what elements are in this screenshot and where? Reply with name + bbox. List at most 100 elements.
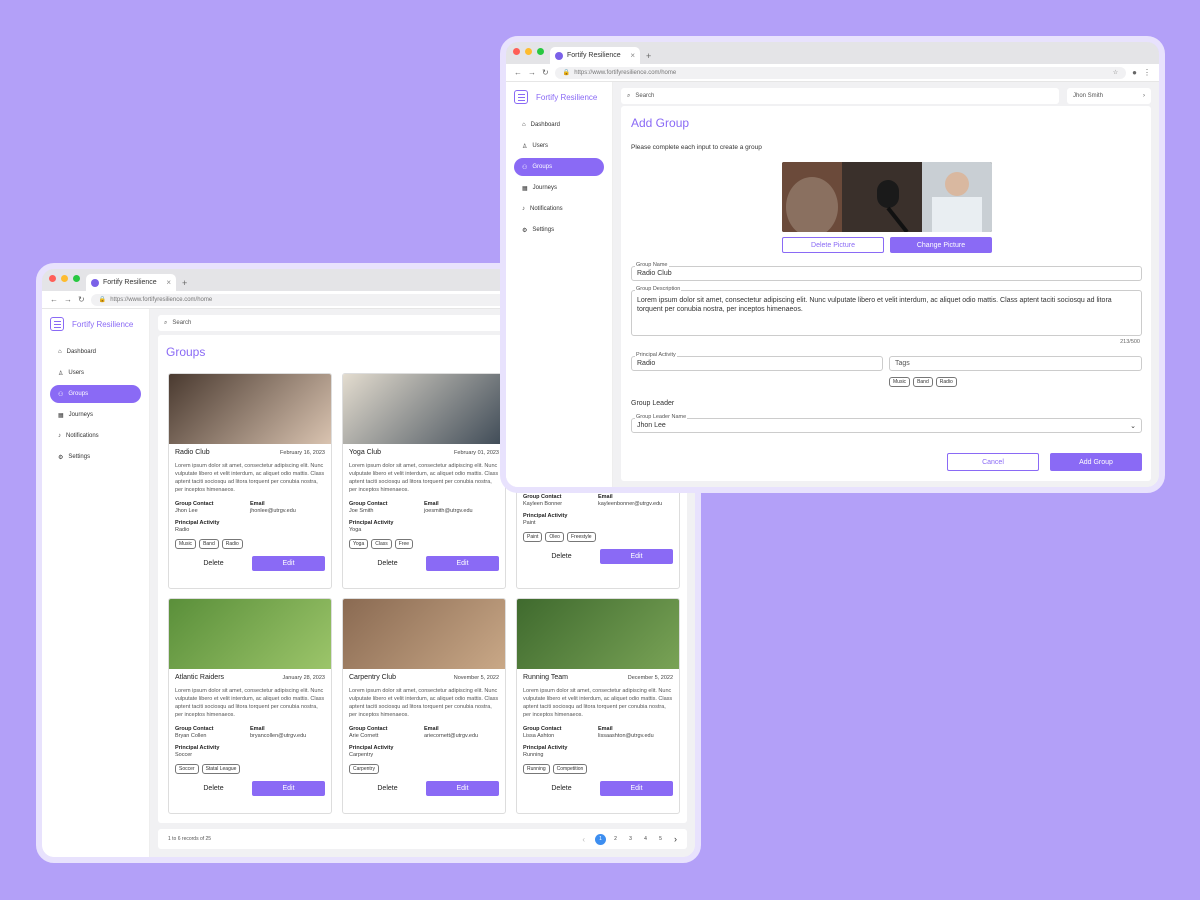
sidebar-item-notifications[interactable]: ♪ Notifications [514, 200, 604, 218]
page-4-button[interactable]: 4 [640, 834, 651, 845]
user-menu[interactable]: Jhon Smith › [1067, 88, 1151, 104]
selected-tag-chip[interactable]: Music [889, 377, 911, 387]
address-field-2[interactable]: 🔒 https://www.fortifyresilience.com/home ☆ [554, 66, 1127, 79]
edit-button[interactable]: Edit [252, 556, 325, 571]
email-label: Email [250, 501, 265, 507]
browser-tab[interactable]: Fortify Resilience × [86, 274, 176, 291]
group-date: November 5, 2022 [453, 674, 499, 681]
back-icon[interactable]: ← [50, 295, 58, 304]
tag-chip: Music [175, 539, 197, 549]
bell-icon: ♪ [522, 206, 525, 212]
group-description: Lorem ipsum dolor sit amet, consectetur … [175, 688, 325, 718]
edit-button[interactable]: Edit [252, 781, 325, 796]
forward-icon[interactable]: → [528, 68, 536, 77]
sidebar-item-users[interactable]: ♙ Users [514, 137, 604, 155]
add-group-button[interactable]: Add Group [1050, 453, 1142, 471]
email-label: Email [598, 726, 613, 732]
page-5-button[interactable]: 5 [655, 834, 666, 845]
home-icon: ⌂ [522, 122, 526, 128]
close-tab-icon[interactable]: × [166, 278, 171, 287]
sidebar-item-groups[interactable]: ⚇ Groups [514, 158, 604, 176]
delete-button[interactable]: Delete [175, 785, 252, 792]
group-leader-select[interactable]: Jhon Lee ⌄ [631, 418, 1142, 433]
edit-button[interactable]: Edit [426, 556, 499, 571]
selected-tag-chip[interactable]: Band [913, 377, 933, 387]
sidebar-item-notifications[interactable]: ♪ Notifications [50, 427, 141, 445]
sidebar: Fortify Resilience ⌂ Dashboard ♙ Users ⚇ Grou… [42, 309, 150, 857]
delete-button[interactable]: Delete [523, 785, 600, 792]
selected-tags: Music Band Radio [889, 377, 957, 387]
delete-button[interactable]: Delete [349, 785, 426, 792]
email-label: Email [424, 726, 439, 732]
edit-button[interactable]: Edit [426, 781, 499, 796]
menu-icon[interactable] [50, 317, 64, 331]
forward-icon[interactable]: → [64, 295, 72, 304]
profile-icon[interactable]: ● [1132, 68, 1137, 77]
page-1-button[interactable]: 1 [595, 833, 606, 845]
tag-chip: Yoga [349, 539, 369, 549]
next-page-icon[interactable]: › [674, 834, 677, 844]
tag-chip: Carpentry [349, 764, 379, 774]
sidebar-item-label: Settings [68, 454, 91, 460]
new-tab-icon[interactable]: + [646, 51, 651, 61]
close-tab-icon[interactable]: × [630, 51, 635, 60]
selected-tag-chip[interactable]: Radio [935, 377, 957, 387]
sidebar-item-dashboard[interactable]: ⌂ Dashboard [50, 343, 141, 361]
sidebar-item-settings[interactable]: ⚙ Settings [50, 448, 141, 466]
group-photo [343, 599, 505, 669]
page-2-button[interactable]: 2 [610, 834, 621, 845]
back-icon[interactable]: ← [514, 68, 522, 77]
favicon-icon [555, 51, 563, 60]
delete-picture-button[interactable]: Delete Picture [782, 237, 884, 253]
activity-value: Carpentry [349, 752, 374, 758]
sidebar-item-settings[interactable]: ⚙ Settings [514, 221, 604, 239]
tag-list: Music Band Radio [175, 539, 325, 549]
new-tab-icon[interactable]: + [182, 278, 187, 288]
group-card: Carpentry Club November 5, 2022 Lorem ips… [342, 598, 506, 814]
group-photo [169, 599, 331, 669]
activity-label: Principal Activity [175, 520, 220, 526]
sidebar-item-label: Settings [532, 227, 555, 233]
tag-chip: Competition [552, 764, 588, 774]
reload-icon[interactable]: ↻ [542, 68, 549, 77]
group-name-field[interactable]: Radio Club [631, 266, 1142, 281]
tags-input[interactable]: Tags [889, 356, 1142, 371]
group-photo [343, 374, 505, 444]
contact-label: Group Contact [349, 726, 388, 732]
form-subtitle: Please complete each input to create a g… [631, 144, 762, 151]
sidebar-item-journeys[interactable]: ▦ Journeys [50, 406, 141, 424]
tag-chip: Oleo [545, 532, 564, 542]
delete-button[interactable]: Delete [349, 560, 426, 567]
tag-chip: Paint [523, 532, 543, 542]
edit-button[interactable]: Edit [600, 781, 673, 796]
menu-icon[interactable] [514, 90, 528, 104]
edit-button[interactable]: Edit [600, 549, 673, 564]
delete-button[interactable]: Delete [175, 560, 252, 567]
sidebar-item-users[interactable]: ♙ Users [50, 364, 141, 382]
search-input-2[interactable]: ⌕ Search [621, 88, 1059, 104]
email-value: kayleenbonner@utrgv.edu [598, 501, 663, 507]
app-body-2: Fortify Resilience ⌂ Dashboard ♙ Users ⚇ Grou… [506, 82, 1159, 487]
star-icon[interactable]: ☆ [1113, 69, 1118, 76]
prev-page-icon[interactable]: ‹ [582, 835, 585, 844]
more-icon[interactable]: ⋮ [1143, 68, 1151, 77]
principal-activity-field[interactable]: Radio [631, 356, 883, 371]
group-photo [169, 374, 331, 444]
contact-value: Kayleen Bonner [523, 501, 563, 507]
gear-icon: ⚙ [522, 227, 528, 234]
page-3-button[interactable]: 3 [625, 834, 636, 845]
favicon-icon [91, 278, 99, 287]
sidebar-item-dashboard[interactable]: ⌂ Dashboard [514, 116, 604, 134]
search-input[interactable]: ⌕ Search [158, 315, 518, 331]
sidebar-item-journeys[interactable]: ▦ Journeys [514, 179, 604, 197]
sidebar-item-groups[interactable]: ⚇ Groups [50, 385, 141, 403]
group-name: Atlantic Raiders [175, 674, 225, 681]
delete-button[interactable]: Delete [523, 553, 600, 560]
cancel-button[interactable]: Cancel [947, 453, 1039, 471]
group-description-label: Group Description [635, 286, 682, 292]
browser-tab-2[interactable]: Fortify Resilience × [550, 47, 640, 64]
group-description-field[interactable]: Lorem ipsum dolor sit amet, consectetur … [631, 290, 1142, 336]
change-picture-button[interactable]: Change Picture [890, 237, 992, 253]
sidebar-item-label: Dashboard [530, 122, 560, 128]
reload-icon[interactable]: ↻ [78, 295, 85, 304]
